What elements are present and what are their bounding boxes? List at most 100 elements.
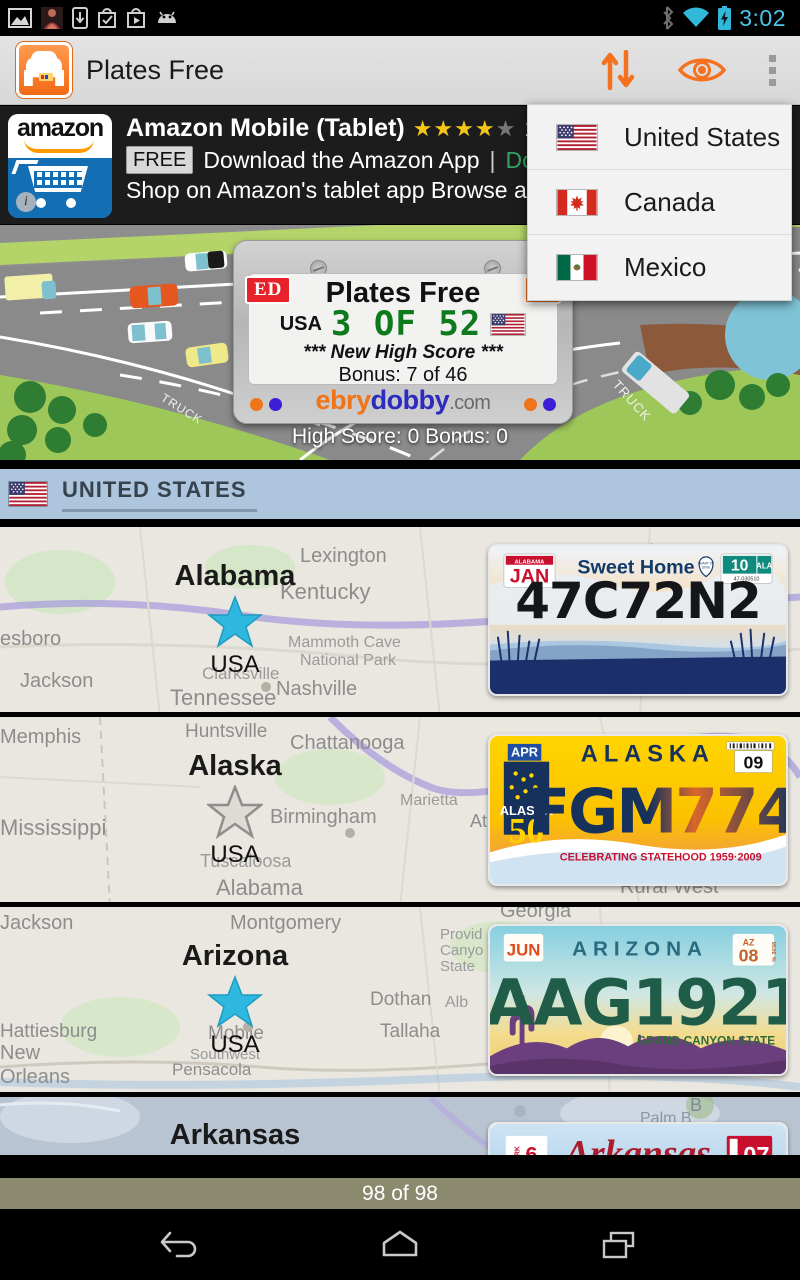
list-item[interactable]: Lexington New River Gorge Kentucky Mammo… xyxy=(0,527,800,717)
dropdown-item-label: Mexico xyxy=(624,252,707,282)
ad-title: Amazon Mobile (Tablet) xyxy=(126,114,405,142)
license-plate-arkansas[interactable]: ARK 6 ARKANSAS 07 Arkansas 514 KZE xyxy=(488,1122,788,1155)
state-country: USA xyxy=(210,841,260,868)
svg-text:B: B xyxy=(690,1097,702,1115)
android-head-icon xyxy=(158,11,176,23)
plate-left-tag: ED xyxy=(245,276,292,304)
checkbox-app-icon xyxy=(98,8,116,28)
sort-arrows-icon xyxy=(601,50,635,90)
download-icon xyxy=(72,7,88,29)
score-country-code: USA xyxy=(279,312,322,335)
wifi-icon xyxy=(683,7,710,28)
overflow-menu-icon xyxy=(768,78,776,86)
country-dropdown-menu[interactable]: United States Canada Mexico xyxy=(527,104,792,301)
home-icon xyxy=(382,1230,418,1256)
action-bar-buttons xyxy=(576,36,800,105)
license-plate-arizona[interactable]: JUN AZ 08 % 3038 ARIZONA GRAND CANYON ST… xyxy=(488,923,788,1076)
brand-tld: .com xyxy=(449,391,491,414)
bluetooth-icon xyxy=(663,6,674,30)
svg-text:DIXIE: DIXIE xyxy=(702,565,710,569)
svg-text:6: 6 xyxy=(525,1141,537,1155)
state-info: Arkansas xyxy=(0,1097,470,1155)
state-name: Alabama xyxy=(174,560,296,592)
state-info: Arizona USA xyxy=(0,907,470,1092)
score-plate-face: ED 13 Plates Free USA 3 OF 52 xyxy=(245,273,561,386)
svg-text:ARK: ARK xyxy=(515,1146,522,1155)
android-navigation-bar xyxy=(0,1209,800,1280)
svg-text:Georgia: Georgia xyxy=(500,907,572,922)
eye-icon xyxy=(678,58,726,82)
brand-part-1: ebry xyxy=(315,384,372,415)
dropdown-item-mexico[interactable]: Mexico xyxy=(528,235,791,300)
ad-price-badge: FREE xyxy=(126,146,194,174)
amazon-app-icon: amazon i xyxy=(8,114,112,218)
status-bar-notification-icons xyxy=(8,7,179,29)
ad-separator: | xyxy=(489,146,496,173)
svg-text:JUN: JUN xyxy=(507,940,541,959)
list-item[interactable]: Jackson Montgomery Provid Canyo State Do… xyxy=(0,907,800,1097)
svg-text:08: 08 xyxy=(739,945,759,965)
star-icon-filled xyxy=(207,595,263,648)
dropdown-item-label: United States xyxy=(624,121,781,152)
license-plate-alaska[interactable]: ALASKA 50 APR ALASKA 09 CELEBRATING STAT… xyxy=(488,733,788,886)
brand-watermark: ebrydobby.com xyxy=(234,383,572,417)
sort-button[interactable] xyxy=(576,36,660,105)
back-button[interactable] xyxy=(140,1209,220,1280)
svg-text:Arkansas: Arkansas xyxy=(563,1133,711,1155)
list-item[interactable]: B Palm B Arkansas ARK 6 ARKANSAS 07 Arka… xyxy=(0,1097,800,1155)
country-section-label: UNITED STATES xyxy=(62,477,257,512)
state-info: Alaska USA xyxy=(0,717,470,902)
dropdown-item-canada[interactable]: Canada xyxy=(528,170,791,235)
ad-info-icon[interactable]: i xyxy=(16,192,36,212)
dropdown-item-united-states[interactable]: United States xyxy=(528,105,791,170)
item-count-text: 98 of 98 xyxy=(362,1181,438,1205)
state-list[interactable]: Lexington New River Gorge Kentucky Mammo… xyxy=(0,527,800,1155)
svg-text:FGM774: FGM774 xyxy=(528,776,786,847)
recents-icon xyxy=(602,1231,635,1258)
us-flag-icon xyxy=(490,312,527,336)
status-bar-clock: 3:02 xyxy=(739,4,786,31)
battery-charging-icon xyxy=(718,5,732,30)
country-section-header[interactable]: UNITED STATES xyxy=(0,465,800,523)
status-bar-system-icons: 3:02 xyxy=(659,5,792,32)
list-item[interactable]: Memphis Chattanooga Huntsville Marietta … xyxy=(0,717,800,907)
ad-cta-text: Download the Amazon App xyxy=(203,146,480,173)
svg-text:ALA: ALA xyxy=(756,561,772,570)
license-plate-art: ARK 6 ARKANSAS 07 Arkansas 514 KZE xyxy=(490,1124,786,1155)
overflow-menu-icon xyxy=(768,54,776,62)
state-name: Alaska xyxy=(188,750,282,782)
state-name: Arkansas xyxy=(169,1119,301,1151)
plate-number: 47C72N2 xyxy=(515,571,762,630)
state-country: USA xyxy=(210,1031,260,1058)
license-plate-alabama[interactable]: ALABAMA JAN 10 ALA 47-030510 Sweet Home … xyxy=(488,543,788,696)
star-icon-outline xyxy=(207,785,263,839)
photo-person-icon xyxy=(41,7,63,29)
dropdown-item-label: Canada xyxy=(624,186,716,217)
play-app-icon xyxy=(127,8,145,28)
svg-text:AAG1921: AAG1921 xyxy=(490,965,786,1039)
svg-text:07: 07 xyxy=(743,1143,769,1155)
visibility-button[interactable] xyxy=(660,36,744,105)
mexico-flag-icon xyxy=(556,254,598,281)
svg-text:APR: APR xyxy=(511,744,538,759)
us-flag-icon xyxy=(8,481,48,507)
overflow-menu-icon xyxy=(768,66,776,74)
amazon-wordmark: amazon xyxy=(17,114,104,142)
back-arrow-icon xyxy=(160,1231,197,1257)
svg-text:ALASKA: ALASKA xyxy=(581,741,715,767)
android-screen: 3:02 Plates Free amazon i Amazon Mobile … xyxy=(0,0,800,1280)
item-count-bar: 98 of 98 xyxy=(0,1175,800,1209)
home-button[interactable] xyxy=(360,1209,440,1280)
svg-text:Alabama: Alabama xyxy=(582,665,691,696)
app-action-bar: Plates Free xyxy=(0,36,800,105)
recents-button[interactable] xyxy=(580,1209,660,1280)
svg-text:CELEBRATING STATEHOOD 1959·200: CELEBRATING STATEHOOD 1959·2009 xyxy=(560,851,762,863)
amazon-smile-icon xyxy=(24,139,94,153)
state-info: Alabama USA xyxy=(0,527,470,712)
license-plate-art: JUN AZ 08 % 3038 ARIZONA GRAND CANYON ST… xyxy=(490,925,786,1074)
svg-text:ALABAMA: ALABAMA xyxy=(515,559,546,565)
us-flag-icon xyxy=(556,123,598,151)
score-plate-widget: ED 13 Plates Free USA 3 OF 52 xyxy=(233,240,573,424)
svg-text:ARIZONA: ARIZONA xyxy=(572,937,708,960)
overflow-menu-button[interactable] xyxy=(744,36,800,105)
